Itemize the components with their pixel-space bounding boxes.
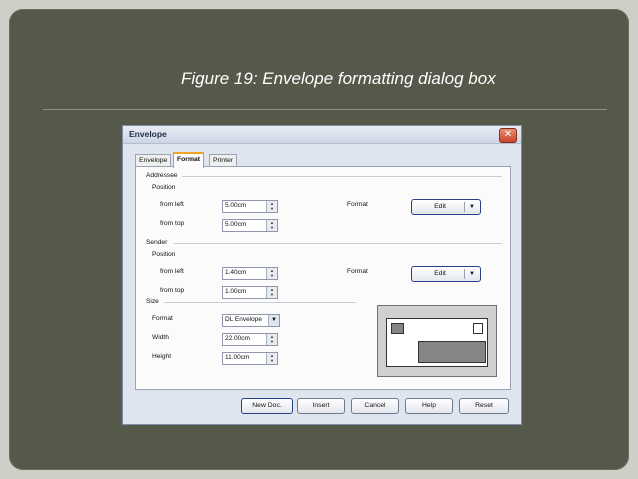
size-height-stepper[interactable]: 11.00cm ▲ ▼ <box>222 352 278 365</box>
sender-section-divider <box>174 243 502 244</box>
addressee-from-left-stepper[interactable]: 5.00cm ▲ ▼ <box>222 200 278 213</box>
sender-from-top-stepper[interactable]: 1.00cm ▲ ▼ <box>222 286 278 299</box>
addressee-edit-button[interactable]: Edit ▼ <box>411 199 481 215</box>
sender-position-label: Position <box>152 251 176 258</box>
tab-format[interactable]: Format <box>173 152 205 168</box>
sender-from-top-value: 1.00cm <box>225 288 247 295</box>
tab-envelope[interactable]: Envelope <box>135 154 172 166</box>
sender-from-left-stepper[interactable]: 1.40cm ▲ ▼ <box>222 267 278 280</box>
chevron-down-icon[interactable]: ▼ <box>469 267 475 281</box>
sender-edit-button[interactable]: Edit ▼ <box>411 266 481 282</box>
spin-arrows-icon[interactable]: ▲ ▼ <box>266 353 277 364</box>
sender-from-left-value: 1.40cm <box>225 269 247 276</box>
reset-button[interactable]: Reset <box>459 398 509 414</box>
addressee-from-left-label: from left <box>160 201 184 208</box>
new-doc-button[interactable]: New Doc. <box>241 398 293 414</box>
size-height-value: 11.00cm <box>225 354 250 361</box>
envelope-dialog: Envelope ✕ Envelope Format Printer Addre… <box>122 125 522 425</box>
spin-arrows-icon[interactable]: ▲ ▼ <box>266 201 277 212</box>
sender-area-preview <box>391 323 404 334</box>
caption-divider <box>43 109 607 110</box>
size-format-label: Format <box>152 315 173 322</box>
addressee-from-top-stepper[interactable]: 5.00cm ▲ ▼ <box>222 219 278 232</box>
figure-caption: Figure 19: Envelope formatting dialog bo… <box>181 69 496 88</box>
insert-button[interactable]: Insert <box>297 398 345 414</box>
sender-section-label: Sender <box>146 239 168 246</box>
sender-from-left-label: from left <box>160 268 184 275</box>
addressee-position-label: Position <box>152 184 176 191</box>
size-format-value: DL Envelope <box>225 316 262 323</box>
size-section-divider <box>164 302 356 303</box>
close-button[interactable]: ✕ <box>499 128 517 143</box>
chevron-down-icon[interactable]: ▼ <box>268 315 279 326</box>
addressee-from-top-label: from top <box>160 220 185 227</box>
stamp-area-preview <box>473 323 483 334</box>
envelope-preview <box>377 305 497 377</box>
size-section-label: Size <box>146 298 159 305</box>
addressee-area-preview <box>418 341 486 363</box>
sender-edit-label: Edit <box>434 270 446 277</box>
addressee-format-label: Format <box>347 201 368 208</box>
spin-arrows-icon[interactable]: ▲ ▼ <box>266 268 277 279</box>
cancel-button[interactable]: Cancel <box>351 398 399 414</box>
addressee-edit-label: Edit <box>434 203 446 210</box>
tab-printer[interactable]: Printer <box>209 154 238 166</box>
addressee-section-divider <box>182 176 502 177</box>
size-format-select[interactable]: DL Envelope ▼ <box>222 314 280 327</box>
format-tab-panel: Addressee Position from left 5.00cm ▲ ▼ F… <box>135 166 511 390</box>
addressee-from-left-value: 5.00cm <box>225 202 247 209</box>
size-width-value: 22.00cm <box>225 335 250 342</box>
dialog-titlebar[interactable]: Envelope ✕ <box>123 126 521 144</box>
sender-format-label: Format <box>347 268 368 275</box>
dialog-title: Envelope <box>129 129 167 139</box>
button-separator <box>464 269 465 279</box>
spin-arrows-icon[interactable]: ▲ ▼ <box>266 334 277 345</box>
addressee-from-top-value: 5.00cm <box>225 221 247 228</box>
addressee-section-label: Addressee <box>146 172 178 179</box>
envelope-outline <box>386 318 488 367</box>
size-width-label: Width <box>152 334 169 341</box>
help-button[interactable]: Help <box>405 398 453 414</box>
spin-arrows-icon[interactable]: ▲ ▼ <box>266 287 277 298</box>
sender-from-top-label: from top <box>160 287 185 294</box>
size-width-stepper[interactable]: 22.00cm ▲ ▼ <box>222 333 278 346</box>
button-separator <box>464 202 465 212</box>
spin-arrows-icon[interactable]: ▲ ▼ <box>266 220 277 231</box>
size-height-label: Height <box>152 353 172 360</box>
chevron-down-icon[interactable]: ▼ <box>469 200 475 214</box>
close-icon: ✕ <box>503 129 513 140</box>
